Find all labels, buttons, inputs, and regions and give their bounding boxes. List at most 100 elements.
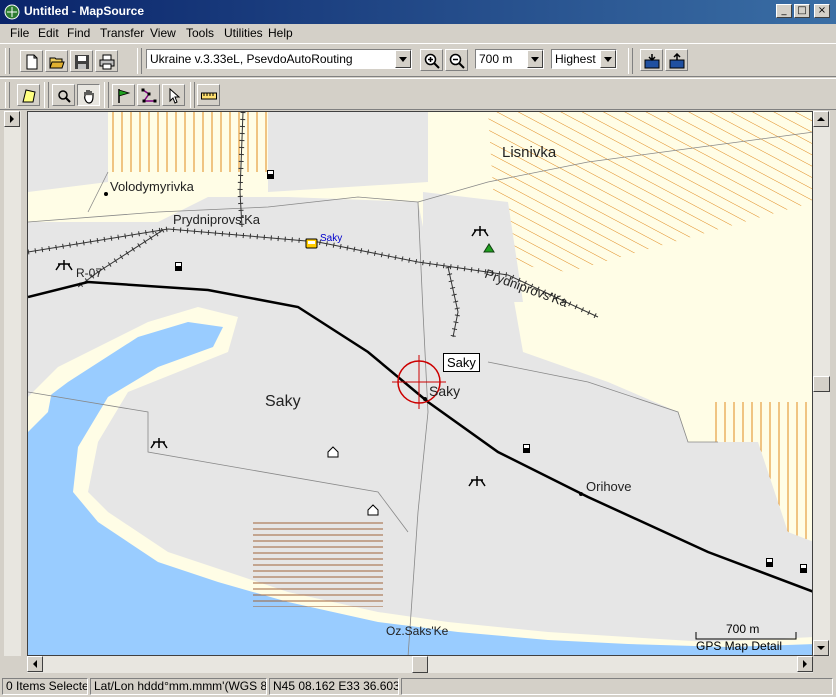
ruler-icon xyxy=(201,92,217,100)
toolbar-grip[interactable] xyxy=(44,82,49,108)
vertical-scroll-thumb[interactable] xyxy=(813,376,830,392)
fuel-station-icon[interactable] xyxy=(523,444,530,453)
map-label-saky-town: Saky xyxy=(429,383,461,399)
zoom-out-icon xyxy=(449,53,465,69)
map-label-saky-area: Saky xyxy=(265,393,301,410)
chevron-right-icon xyxy=(803,660,807,668)
new-file-icon xyxy=(26,54,38,70)
toolbar-grip[interactable] xyxy=(5,48,10,74)
toolbar-grip[interactable] xyxy=(190,82,195,108)
map-label-saky-bus-station: Saky xyxy=(320,233,343,244)
detail-level-value: Highest xyxy=(555,52,596,66)
route-tool-button[interactable] xyxy=(137,84,160,106)
menu-view[interactable]: View xyxy=(150,26,176,40)
standard-toolbar: Ukraine v.3.33eL, PsevdoAutoRouting 700 … xyxy=(0,43,836,77)
detail-level-select[interactable]: Highest xyxy=(551,49,617,69)
zoom-in-button[interactable] xyxy=(420,49,443,71)
open-button[interactable] xyxy=(45,50,68,72)
horizontal-scroll-thumb[interactable] xyxy=(412,656,428,673)
map-tool-icon xyxy=(22,89,36,103)
zoom-scale-value: 700 m xyxy=(479,52,513,66)
zoom-out-button[interactable] xyxy=(445,49,468,71)
receive-from-device-button[interactable] xyxy=(640,49,663,71)
status-items-selected: 0 Items Selected xyxy=(2,678,88,695)
waypoint-tool-button[interactable] xyxy=(112,84,135,106)
toolbar-grip[interactable] xyxy=(104,82,109,108)
hand-pan-tool-button[interactable] xyxy=(77,84,100,106)
zoom-scale-select[interactable]: 700 m xyxy=(475,49,544,69)
title-bar: Untitled - MapSource _ □ × xyxy=(0,0,836,24)
toolbar-grip[interactable] xyxy=(628,48,633,74)
fuel-station-icon[interactable] xyxy=(267,170,274,179)
scroll-left-button[interactable] xyxy=(27,656,43,672)
vertical-scrollbar[interactable] xyxy=(813,111,830,656)
menu-tools[interactable]: Tools xyxy=(186,26,214,40)
fuel-station-icon[interactable] xyxy=(175,262,182,271)
menu-file[interactable]: File xyxy=(10,26,29,40)
scale-bar-label: 700 m xyxy=(726,622,760,636)
new-button[interactable] xyxy=(20,50,43,72)
map-label-r07: R-07 xyxy=(76,266,103,280)
scroll-down-button[interactable] xyxy=(813,640,829,656)
map-label-volodymyrivka: Volodymyrivka xyxy=(110,179,194,194)
map-view[interactable]: Lisnivka Volodymyrivka Prydniprovs'Ka Pr… xyxy=(27,111,813,656)
map-label-prydniprovska-west: Prydniprovs'Ka xyxy=(173,212,261,227)
save-disk-icon xyxy=(75,55,89,69)
distance-tool-button[interactable] xyxy=(197,84,220,106)
minimize-button[interactable]: _ xyxy=(776,4,792,18)
mapsource-app-icon xyxy=(4,4,20,20)
chevron-right-icon xyxy=(10,115,14,123)
toolbar-grip[interactable] xyxy=(137,48,142,74)
scroll-right-button[interactable] xyxy=(797,656,813,672)
menu-edit[interactable]: Edit xyxy=(38,26,59,40)
menu-utilities[interactable]: Utilities xyxy=(224,26,263,40)
magnifier-icon xyxy=(58,90,71,103)
print-button[interactable] xyxy=(95,50,118,72)
hand-icon xyxy=(84,90,94,104)
map-product-value: Ukraine v.3.33eL, PsevdoAutoRouting xyxy=(150,52,353,66)
send-to-device-button[interactable] xyxy=(665,49,688,71)
tools-toolbar xyxy=(0,78,836,110)
map-label-orihove: Orihove xyxy=(586,479,632,494)
close-button[interactable]: × xyxy=(814,4,830,18)
fuel-station-icon[interactable] xyxy=(766,558,773,567)
receive-from-device-icon xyxy=(644,54,660,69)
fuel-station-icon[interactable] xyxy=(800,564,807,573)
panel-expand-arrow[interactable] xyxy=(4,111,20,127)
flag-icon xyxy=(118,89,131,103)
urban-area xyxy=(28,112,108,192)
send-to-device-icon xyxy=(669,53,685,69)
selection-tool-button[interactable] xyxy=(162,84,185,106)
menu-bar: File Edit Find Transfer View Tools Utili… xyxy=(0,24,836,42)
maximize-button[interactable]: □ xyxy=(794,4,810,18)
horizontal-scrollbar[interactable] xyxy=(27,656,813,673)
field-area xyxy=(253,522,383,607)
city-point xyxy=(104,192,108,196)
zoom-in-icon xyxy=(424,53,440,69)
map-tooltip: Saky xyxy=(443,353,480,372)
map-product-select[interactable]: Ukraine v.3.33eL, PsevdoAutoRouting xyxy=(146,49,412,69)
chevron-down-icon xyxy=(817,646,825,650)
chevron-up-icon xyxy=(817,117,825,121)
chevron-down-icon[interactable] xyxy=(527,50,543,68)
status-bar: 0 Items Selected Lat/Lon hddd°mm.mmm'(WG… xyxy=(0,676,836,697)
bus-station-icon[interactable] xyxy=(305,238,318,249)
zoom-tool-button[interactable] xyxy=(52,84,75,106)
scroll-up-button[interactable] xyxy=(813,111,829,127)
map-tool-button[interactable] xyxy=(17,84,40,106)
map-label-lake-saky: Oz.Saks'Ke xyxy=(386,624,449,638)
status-cursor-position: N45 08.162 E33 36.603 xyxy=(269,678,399,695)
open-folder-icon xyxy=(49,57,65,69)
chevron-down-icon[interactable] xyxy=(600,50,616,68)
save-button[interactable] xyxy=(70,50,93,72)
menu-help[interactable]: Help xyxy=(268,26,293,40)
city-point xyxy=(579,492,583,496)
menu-transfer[interactable]: Transfer xyxy=(100,26,144,40)
menu-find[interactable]: Find xyxy=(67,26,90,40)
left-panel-scrollbar[interactable] xyxy=(4,111,21,656)
printer-icon xyxy=(99,54,115,70)
status-empty-panel xyxy=(401,678,833,695)
chevron-down-icon[interactable] xyxy=(395,50,411,68)
city-point xyxy=(423,397,427,401)
toolbar-grip[interactable] xyxy=(5,82,10,108)
